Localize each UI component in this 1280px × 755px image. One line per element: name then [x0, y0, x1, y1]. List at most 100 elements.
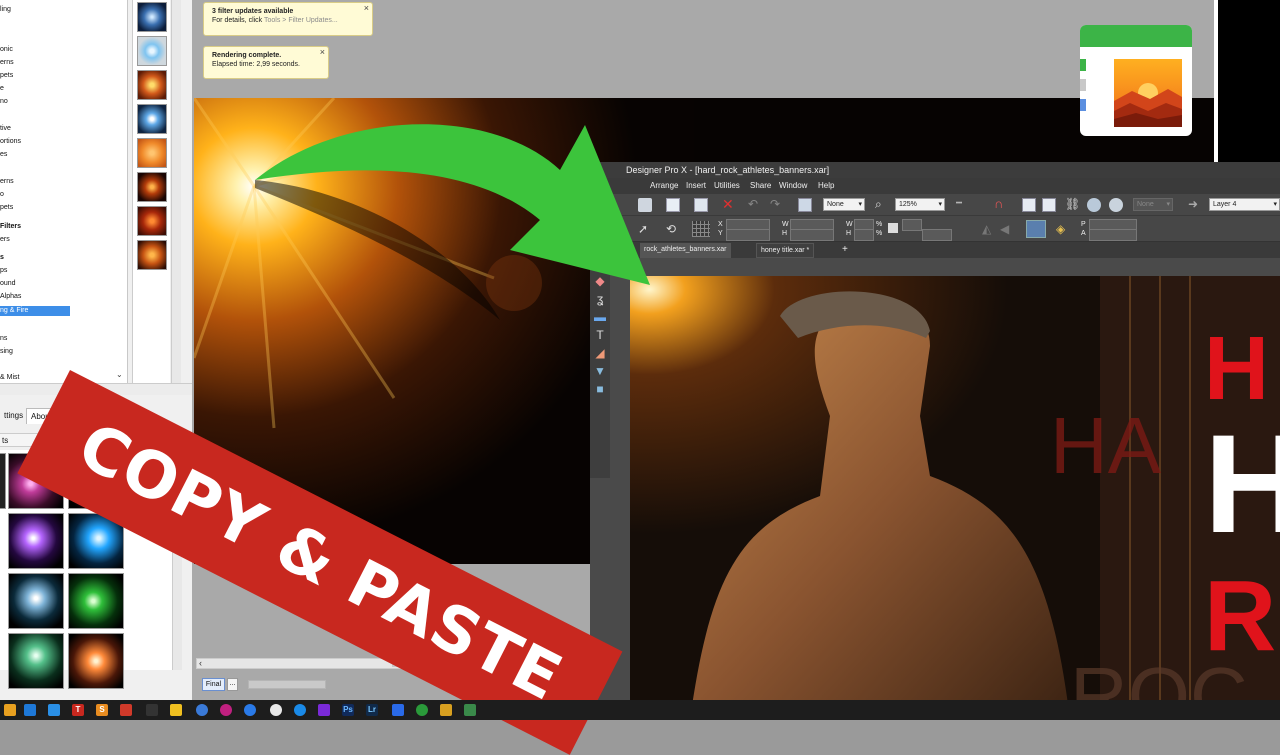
sync-icon[interactable]	[294, 704, 306, 716]
lightroom-icon[interactable]: Lr	[366, 704, 378, 716]
effect-thumbnail[interactable]	[137, 240, 167, 270]
tab-about[interactable]: About	[26, 408, 57, 424]
category-item[interactable]: ound	[0, 279, 16, 289]
effect-thumbnail[interactable]	[137, 206, 167, 236]
category-item[interactable]: onic	[0, 45, 13, 55]
close-icon[interactable]: ×	[320, 48, 325, 57]
effect-thumbnail[interactable]	[137, 138, 167, 168]
save-icon[interactable]	[638, 198, 652, 212]
transform-icon[interactable]	[798, 198, 812, 212]
category-item[interactable]: pets	[0, 71, 13, 81]
menu-help[interactable]: Help	[818, 178, 834, 194]
copy-icon[interactable]	[666, 198, 680, 212]
thumbnail-scrollbar[interactable]	[171, 0, 181, 383]
editor-icon[interactable]	[318, 704, 330, 716]
selector-tool-icon[interactable]: ➚	[638, 222, 652, 236]
panel-splitter[interactable]	[0, 383, 192, 395]
category-item[interactable]: tive	[0, 124, 11, 134]
import-icon[interactable]	[1042, 198, 1056, 212]
category-item-selected[interactable]: ng & Fire	[0, 306, 70, 316]
more-button[interactable]: ...	[227, 678, 238, 691]
preset-thumbnail[interactable]	[8, 633, 64, 689]
feather-select[interactable]: None	[823, 198, 865, 211]
delete-icon[interactable]: ✕	[722, 197, 736, 211]
photoshop-icon[interactable]: Ps	[342, 704, 354, 716]
notification-updates[interactable]: 3 filter updates available For details, …	[203, 2, 373, 36]
player-icon[interactable]	[416, 704, 428, 716]
chevron-down-icon[interactable]: ⌄	[116, 370, 126, 382]
category-item[interactable]: o	[0, 190, 4, 200]
category-item[interactable]: erns	[0, 177, 14, 187]
store-icon[interactable]	[48, 704, 60, 716]
category-group-header[interactable]: s	[0, 253, 4, 263]
notes-icon[interactable]	[440, 704, 452, 716]
ruler-icon[interactable]: ┅	[956, 197, 970, 211]
tab-hard-rock-athletes[interactable]: rock_athletes_banners.xar	[640, 243, 731, 258]
preset-thumbnail[interactable]	[8, 453, 64, 509]
height-field[interactable]	[790, 229, 834, 241]
horizontal-scrollbar[interactable]: ‹	[196, 658, 588, 669]
final-button[interactable]: Final	[202, 678, 225, 691]
preset-thumbnail[interactable]	[8, 513, 64, 569]
preset-thumbnail[interactable]	[68, 573, 124, 629]
category-item[interactable]: e	[0, 84, 4, 94]
chevron-left-icon[interactable]: ‹	[199, 658, 202, 668]
angle-field[interactable]	[1089, 229, 1137, 241]
tab-honey-title[interactable]: honey title.xar *	[756, 243, 815, 258]
scrollbar-thumb[interactable]	[392, 660, 587, 667]
preset-scrollbar[interactable]: ▴	[172, 450, 182, 670]
quality-select[interactable]: None	[1133, 198, 1173, 211]
pen-icon[interactable]	[146, 704, 158, 716]
arrow-right-icon[interactable]: ➜	[1188, 197, 1202, 211]
tag-icon[interactable]: ◈	[1056, 222, 1070, 236]
edge-icon[interactable]	[244, 704, 256, 716]
fill-tool-icon[interactable]: ◢	[593, 346, 607, 360]
media-icon[interactable]	[220, 704, 232, 716]
category-item[interactable]: Alphas	[0, 292, 21, 302]
category-item[interactable]: ps	[0, 266, 7, 276]
effect-thumbnail[interactable]	[137, 70, 167, 100]
menu-insert[interactable]: Insert	[686, 178, 706, 194]
tab-settings[interactable]: ttings	[0, 408, 27, 424]
category-item[interactable]: es	[0, 150, 7, 160]
grid-icon[interactable]	[692, 221, 710, 237]
web-icon[interactable]	[1087, 198, 1101, 212]
zoom-select[interactable]: 125%	[895, 198, 945, 211]
menu-utilities[interactable]: Utilities	[714, 178, 740, 194]
designer-icon[interactable]	[464, 704, 476, 716]
design-canvas[interactable]: H HA H R ROC	[630, 276, 1280, 720]
redo-icon[interactable]: ↷	[770, 197, 784, 211]
effect-thumbnail[interactable]	[137, 172, 167, 202]
pdf-icon[interactable]	[120, 704, 132, 716]
pen-tool-icon[interactable]: ʓ	[593, 292, 607, 306]
export-icon[interactable]	[1022, 198, 1036, 212]
flip-horizontal-icon[interactable]: ◭	[982, 222, 996, 236]
eraser-tool-icon[interactable]: ◆	[593, 274, 607, 288]
browser-icon[interactable]	[196, 704, 208, 716]
y-field[interactable]	[726, 229, 770, 241]
presets-menu-button[interactable]: ▾	[172, 436, 182, 445]
effect-thumbnail[interactable]	[137, 36, 167, 66]
category-list[interactable]: ling onic erns pets e no tive ortions es…	[0, 0, 128, 383]
notification-render[interactable]: Rendering complete. Elapsed time: 2,99 s…	[203, 46, 329, 79]
category-item[interactable]: & Mist	[0, 373, 19, 383]
category-item[interactable]: ns	[0, 334, 7, 344]
preset-grid[interactable]	[0, 450, 172, 689]
snap-magnet-icon[interactable]: ∩	[994, 197, 1008, 211]
app-s-icon[interactable]: S	[96, 704, 108, 716]
explorer-icon[interactable]	[170, 704, 182, 716]
app-t-icon[interactable]: T	[72, 704, 84, 716]
preset-thumbnail[interactable]	[0, 453, 6, 509]
filter-updates-link[interactable]: Tools > Filter Updates...	[264, 17, 338, 24]
new-tab-button[interactable]: +	[838, 243, 852, 258]
lock-aspect-icon[interactable]	[888, 223, 898, 233]
rotation-field[interactable]	[902, 219, 922, 231]
layer-select[interactable]: Layer 4	[1209, 198, 1280, 211]
cursor-tool-icon[interactable]	[1026, 220, 1046, 238]
effect-thumbnail-column[interactable]	[132, 0, 170, 383]
menu-window[interactable]: Window	[779, 178, 807, 194]
skew-field[interactable]	[922, 229, 952, 241]
category-item[interactable]: sing	[0, 347, 13, 357]
close-icon[interactable]: ×	[364, 4, 369, 13]
preset-thumbnail[interactable]	[8, 573, 64, 629]
